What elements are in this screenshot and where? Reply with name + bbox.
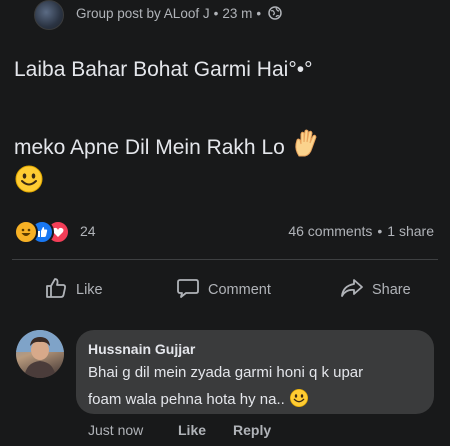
- comment-time: Just now: [88, 422, 144, 438]
- group-post-author[interactable]: Group post by ALoof J: [76, 6, 210, 21]
- divider: [12, 259, 438, 260]
- share-button-label: Share: [372, 282, 411, 298]
- shares-count-link[interactable]: 1 share: [387, 223, 434, 239]
- reaction-count: 24: [80, 223, 96, 239]
- comment-button[interactable]: Comment: [176, 276, 271, 304]
- post-text-line-2-text: meko Apne Dil Mein Rakh Lo: [14, 136, 285, 159]
- haha-reaction-icon: [14, 220, 38, 244]
- share-button[interactable]: Share: [340, 276, 411, 304]
- like-button[interactable]: Like: [44, 276, 103, 304]
- post-time[interactable]: 23 m: [222, 6, 252, 21]
- comments-count-link[interactable]: 46 comments: [288, 223, 372, 239]
- meta-separator-2: •: [256, 6, 262, 21]
- share-arrow-icon: [340, 276, 364, 304]
- smiley-icon: [14, 164, 44, 200]
- comment-text-line-2: foam wala pehna hota hy na..: [88, 388, 309, 412]
- post-header: Group post by ALoof J • 23 m •: [0, 0, 450, 30]
- post-action-bar: Like Comment Share: [0, 268, 450, 308]
- comment-bubble[interactable]: Hussnain Gujjar Bhai g dil mein zyada ga…: [76, 330, 434, 414]
- author-avatar[interactable]: [34, 0, 64, 30]
- post-text-line-3: [14, 164, 44, 200]
- comment-reply-button[interactable]: Reply: [233, 422, 271, 438]
- thumbs-up-icon: [44, 276, 68, 304]
- smiley-icon: [289, 388, 309, 412]
- commenter-avatar[interactable]: [16, 330, 64, 378]
- speech-bubble-icon: [176, 276, 200, 304]
- comment-like-button[interactable]: Like: [178, 422, 206, 438]
- post-text-line-1: Laiba Bahar Bohat Garmi Hai°•°: [14, 58, 313, 81]
- post-meta: Group post by ALoof J • 23 m •: [76, 6, 282, 23]
- raised-hand-icon: [291, 128, 321, 164]
- commenter-name[interactable]: Hussnain Gujjar: [88, 341, 195, 357]
- like-button-label: Like: [76, 282, 103, 298]
- comment-text-line-1: Bhai g dil mein zyada garmi honi q k upa…: [88, 364, 364, 381]
- comment-button-label: Comment: [208, 282, 271, 298]
- comment-text-line-2-text: foam wala pehna hota hy na..: [88, 391, 285, 408]
- stats-separator: •: [377, 223, 383, 239]
- post-text-line-2: meko Apne Dil Mein Rakh Lo: [14, 128, 321, 164]
- meta-separator: •: [213, 6, 219, 21]
- globe-icon: [268, 6, 282, 23]
- post-stats: 46 comments • 1 share: [288, 223, 434, 239]
